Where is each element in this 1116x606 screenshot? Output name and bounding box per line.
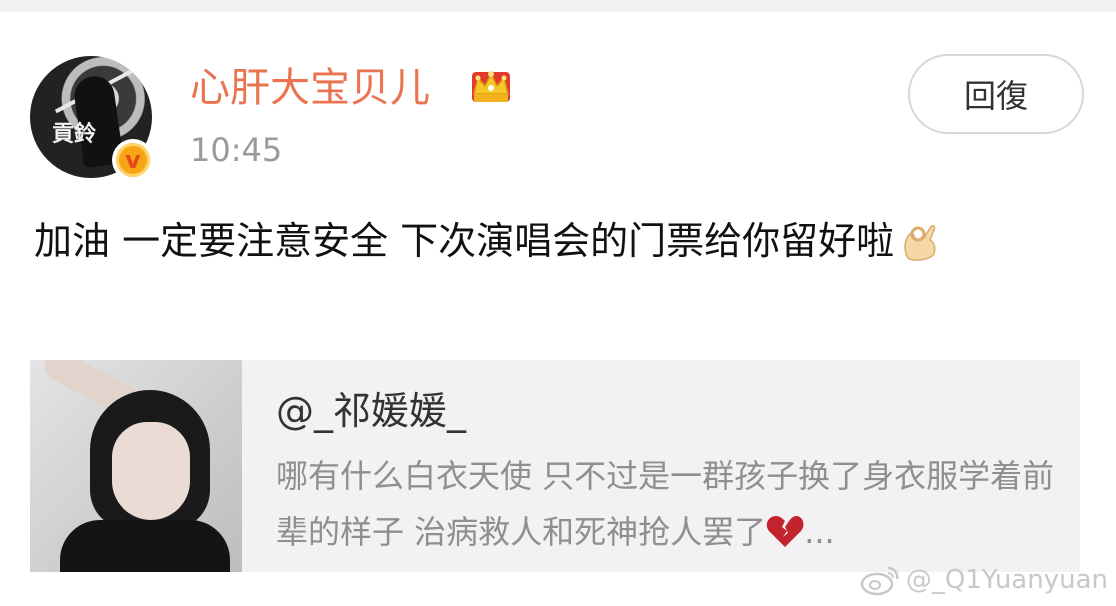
reply-button[interactable]: 回復 — [908, 54, 1084, 134]
watermark-text: @_Q1Yuanyuan — [905, 565, 1108, 595]
quoted-text-body: 哪有什么白衣天使 只不过是一群孩子换了身衣服学着前辈的样子 治病救人和死神抢人罢… — [276, 457, 1055, 551]
verified-v-icon: v — [116, 143, 150, 177]
weibo-logo-icon — [860, 566, 899, 596]
quoted-post-card[interactable]: @_祁媛媛_ 哪有什么白衣天使 只不过是一群孩子换了身衣服学着前辈的样子 治病救… — [30, 360, 1080, 572]
thumbnail-face — [112, 422, 190, 520]
username[interactable]: 心肝大宝贝儿 — [190, 62, 430, 114]
avatar-caption: 貢鈴 — [52, 121, 97, 147]
post-time: 10:45 — [190, 131, 283, 169]
quoted-user-handle[interactable]: @_祁媛媛_ — [276, 386, 466, 436]
top-divider — [0, 0, 1116, 12]
thumbnail-sweater — [60, 520, 230, 572]
comment-body: 加油 一定要注意安全 下次演唱会的门票给你留好啦 — [34, 219, 895, 263]
broken-heart-icon — [766, 516, 804, 547]
quoted-post-text: 哪有什么白衣天使 只不过是一群孩子换了身衣服学着前辈的样子 治病救人和死神抢人罢… — [276, 448, 1066, 560]
quoted-text-ellipsis: ... — [804, 513, 835, 551]
quoted-post-thumbnail[interactable] — [30, 360, 242, 572]
ok-hand-icon — [904, 225, 936, 261]
crown-icon — [472, 71, 510, 102]
watermark: @_Q1Yuanyuan — [860, 560, 1108, 600]
comment-text: 加油 一定要注意安全 下次演唱会的门票给你留好啦 — [34, 212, 1094, 270]
verified-badge-icon: v — [112, 139, 154, 181]
